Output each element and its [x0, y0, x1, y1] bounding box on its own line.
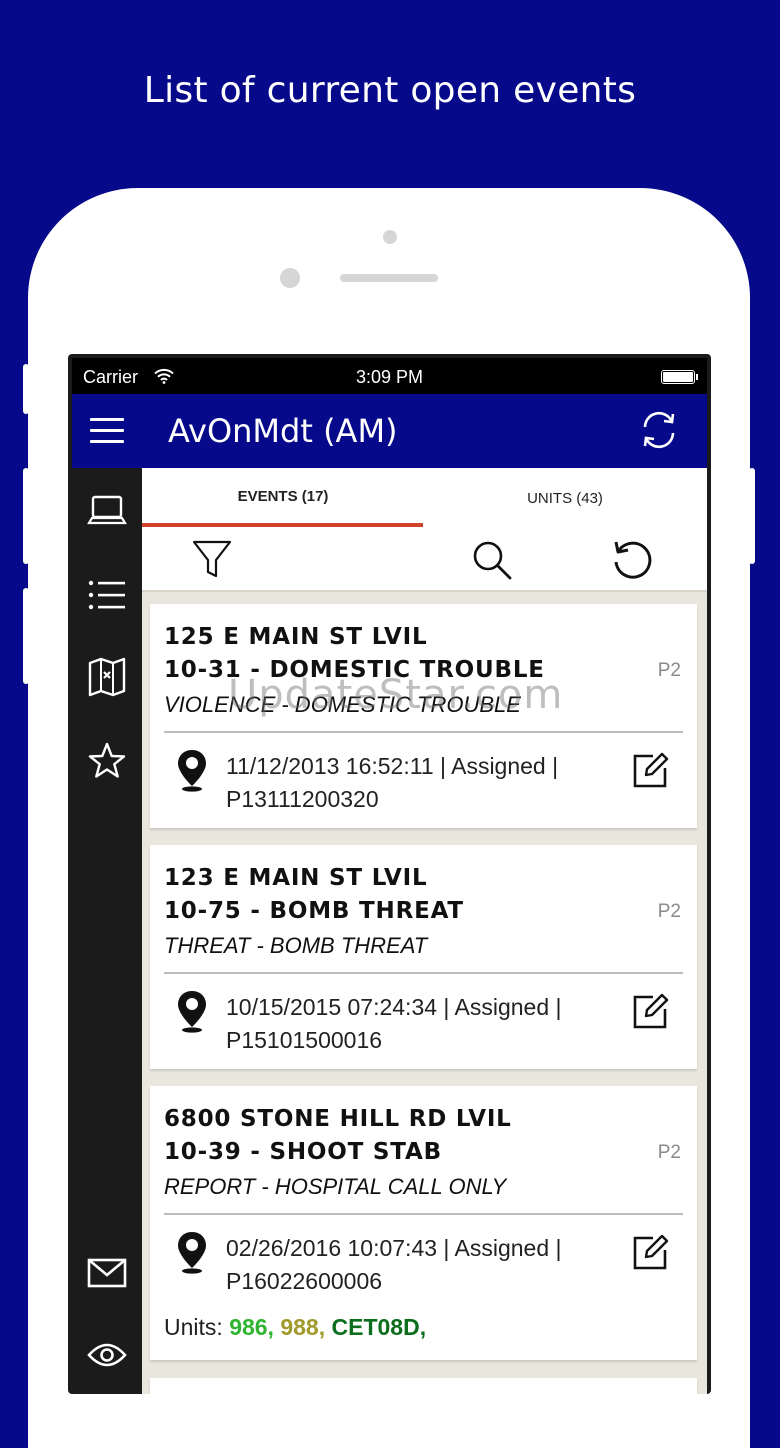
priority-label: P2 — [657, 901, 681, 922]
card-divider — [164, 972, 683, 974]
location-pin-icon[interactable] — [176, 989, 208, 1038]
priority-label: P2 — [657, 660, 681, 681]
tab-bar: EVENTS (17) UNITS (43) — [142, 468, 707, 528]
event-address: 6800 STONE HILL RD LVIL — [164, 1106, 512, 1132]
card-divider — [164, 731, 683, 733]
location-pin-icon[interactable] — [176, 748, 208, 797]
unit-tag[interactable]: 988, — [280, 1314, 325, 1340]
event-address: 123 E MAIN ST LVIL — [164, 865, 428, 891]
edit-icon[interactable] — [631, 1232, 671, 1277]
front-camera — [383, 230, 397, 244]
event-info: 11/12/2013 16:52:11 | Assigned | P131112… — [226, 750, 558, 816]
event-timestamp-status: 10/15/2015 07:24:34 | Assigned | — [226, 994, 562, 1020]
event-number: P15101500016 — [226, 1027, 383, 1053]
event-timestamp-status: 11/12/2013 16:52:11 | Assigned | — [226, 753, 559, 779]
left-nav — [72, 468, 142, 1394]
card-divider — [164, 1213, 683, 1215]
edit-icon[interactable] — [631, 750, 671, 795]
tab-indicator — [142, 523, 423, 527]
mute-switch — [23, 364, 29, 414]
status-time: 3:09 PM — [355, 367, 424, 387]
event-description: REPORT - HOSPITAL CALL ONLY — [164, 1174, 507, 1199]
event-number: P13111200320 — [226, 786, 379, 812]
phone-screen: Carrier 3:09 PM AvOnMdt (AM) EVENTS (17)… — [68, 354, 711, 1394]
list-toolbar — [142, 528, 707, 592]
tab-events[interactable]: EVENTS (17) — [142, 468, 424, 528]
volume-down-button — [23, 588, 29, 684]
event-card[interactable] — [150, 1378, 697, 1394]
app-title: AvOnMdt (AM) — [168, 412, 398, 450]
search-icon[interactable] — [470, 538, 514, 582]
map-icon[interactable] — [84, 654, 130, 700]
power-button — [749, 468, 755, 564]
location-pin-icon[interactable] — [176, 1230, 208, 1279]
units-label: Units: — [164, 1314, 223, 1340]
filter-icon[interactable] — [190, 538, 234, 582]
event-timestamp-status: 02/26/2016 10:07:43 | Assigned | — [226, 1235, 562, 1261]
event-list-panel: EVENTS (17) UNITS (43) 125 E MAIN ST LVI… — [142, 468, 707, 1394]
event-code: 10-39 - SHOOT STAB — [164, 1139, 442, 1165]
proximity-sensor — [280, 268, 300, 288]
event-card[interactable]: 123 E MAIN ST LVIL 10-75 - BOMB THREAT T… — [150, 845, 697, 1069]
unit-tag[interactable]: CET08D, — [332, 1314, 427, 1340]
tab-units[interactable]: UNITS (43) — [424, 468, 706, 528]
list-icon[interactable] — [84, 572, 130, 618]
event-card[interactable]: 6800 STONE HILL RD LVIL 10-39 - SHOOT ST… — [150, 1086, 697, 1360]
unit-tag[interactable]: 986, — [229, 1314, 274, 1340]
watermark: UpdateStar.com — [228, 672, 564, 718]
laptop-icon[interactable] — [84, 488, 130, 534]
edit-icon[interactable] — [631, 991, 671, 1036]
priority-label: P2 — [657, 1142, 681, 1163]
status-bar: Carrier 3:09 PM — [72, 358, 707, 394]
event-description: THREAT - BOMB THREAT — [164, 933, 428, 958]
hamburger-menu-icon[interactable] — [90, 418, 124, 444]
assigned-units: Units: 986, 988, CET08D, — [164, 1314, 426, 1341]
headline: List of current open events — [143, 70, 637, 111]
undo-icon[interactable] — [610, 538, 654, 582]
event-number: P16022600006 — [226, 1268, 383, 1294]
eye-icon[interactable] — [84, 1332, 130, 1378]
app-bar: AvOnMdt (AM) — [72, 394, 707, 468]
star-icon[interactable] — [84, 738, 130, 784]
event-address: 125 E MAIN ST LVIL — [164, 624, 428, 650]
event-code: 10-75 - BOMB THREAT — [164, 898, 464, 924]
event-info: 10/15/2015 07:24:34 | Assigned | P151015… — [226, 991, 562, 1057]
volume-up-button — [23, 468, 29, 564]
sync-icon[interactable] — [639, 410, 679, 455]
event-info: 02/26/2016 10:07:43 | Assigned | P160226… — [226, 1232, 562, 1298]
earpiece-speaker — [340, 274, 438, 282]
mail-icon[interactable] — [84, 1250, 130, 1296]
battery-icon — [661, 370, 698, 384]
